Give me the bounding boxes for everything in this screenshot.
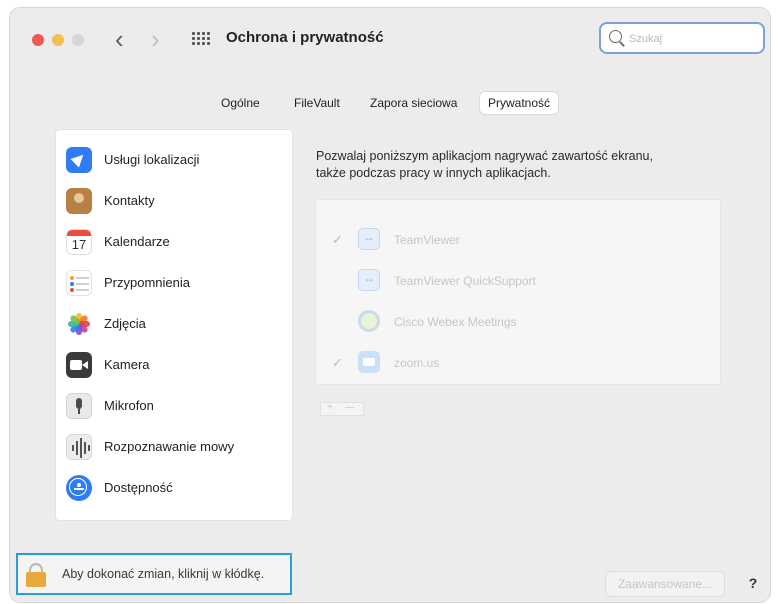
search-input[interactable] bbox=[627, 28, 761, 50]
back-button[interactable]: ‹ bbox=[115, 24, 124, 54]
close-window-button[interactable] bbox=[32, 34, 44, 46]
toolbar: ‹ › Ochrona i prywatność bbox=[10, 8, 770, 64]
add-app-button[interactable]: + bbox=[327, 402, 333, 413]
lock-instruction-text: Aby dokonać zmian, kliknij w kłódkę. bbox=[62, 567, 265, 581]
teamviewer-icon bbox=[358, 269, 380, 291]
sidebar-item-label: Dostępność bbox=[104, 480, 173, 495]
sidebar-item-location-services[interactable]: Usługi lokalizacji bbox=[64, 144, 286, 178]
forward-button[interactable]: › bbox=[151, 24, 160, 54]
advanced-button[interactable]: Zaawansowane... bbox=[606, 572, 724, 596]
privacy-category-list: Usługi lokalizacji Kontakty 17 Kalendarz… bbox=[56, 130, 292, 520]
sidebar-item-accessibility[interactable]: Dostępność bbox=[64, 472, 286, 506]
webex-icon bbox=[358, 310, 380, 332]
sidebar-item-label: Kontakty bbox=[104, 193, 155, 208]
tab-filevault[interactable]: FileVault bbox=[286, 92, 348, 114]
sidebar-item-photos[interactable]: Zdjęcia bbox=[64, 308, 286, 342]
minimize-window-button[interactable] bbox=[52, 34, 64, 46]
app-name: Cisco Webex Meetings bbox=[394, 315, 517, 329]
sidebar-item-reminders[interactable]: Przypomnienia bbox=[64, 267, 286, 301]
description-line: Pozwalaj poniższym aplikacjom nagrywać z… bbox=[316, 149, 653, 163]
accessibility-icon bbox=[66, 475, 92, 501]
description-line: także podczas pracy w innych aplikacjach… bbox=[316, 166, 551, 180]
sidebar-item-label: Zdjęcia bbox=[104, 316, 146, 331]
tab-bar: Ogólne FileVault Zapora sieciowa Prywatn… bbox=[10, 92, 770, 116]
sidebar-item-label: Usługi lokalizacji bbox=[104, 152, 200, 167]
contacts-icon bbox=[66, 188, 92, 214]
list-item-zoom[interactable]: ✓ zoom.us bbox=[316, 343, 720, 384]
location-arrow-icon bbox=[66, 147, 92, 173]
search-icon bbox=[609, 30, 622, 43]
zoom-icon bbox=[358, 351, 380, 373]
sidebar-item-camera[interactable]: Kamera bbox=[64, 349, 286, 383]
list-item-webex[interactable]: Cisco Webex Meetings bbox=[316, 302, 720, 343]
help-button[interactable]: ? bbox=[741, 571, 765, 595]
checkmark-icon[interactable]: ✓ bbox=[332, 232, 343, 248]
lock-icon[interactable] bbox=[26, 563, 46, 587]
speech-recognition-icon bbox=[66, 434, 92, 460]
lock-area[interactable]: Aby dokonać zmian, kliknij w kłódkę. bbox=[16, 553, 292, 595]
remove-app-button[interactable]: — bbox=[345, 402, 355, 413]
reminders-icon bbox=[66, 270, 92, 296]
show-all-grid-icon[interactable] bbox=[192, 32, 210, 46]
sidebar-item-label: Mikrofon bbox=[104, 398, 154, 413]
list-item-teamviewer[interactable]: ✓ TeamViewer bbox=[316, 220, 720, 261]
sidebar-item-speech-recognition[interactable]: Rozpoznawanie mowy bbox=[64, 431, 286, 465]
sidebar-item-microphone[interactable]: Mikrofon bbox=[64, 390, 286, 424]
sidebar-item-contacts[interactable]: Kontakty bbox=[64, 185, 286, 219]
zoom-window-button[interactable] bbox=[72, 34, 84, 46]
microphone-icon bbox=[66, 393, 92, 419]
app-name: TeamViewer QuickSupport bbox=[394, 274, 536, 288]
list-item-teamviewer-quicksupport[interactable]: TeamViewer QuickSupport bbox=[316, 261, 720, 302]
sidebar-item-calendars[interactable]: 17 Kalendarze bbox=[64, 226, 286, 260]
window-title: Ochrona i prywatność bbox=[226, 29, 384, 46]
add-remove-control: + — bbox=[320, 402, 364, 416]
app-name: TeamViewer bbox=[394, 233, 460, 247]
tab-prywatnosc[interactable]: Prywatność bbox=[480, 92, 559, 114]
sidebar-item-label: Rozpoznawanie mowy bbox=[104, 439, 235, 454]
checkmark-icon[interactable]: ✓ bbox=[332, 355, 343, 371]
sidebar-item-label: Kalendarze bbox=[104, 234, 170, 249]
app-permission-list: ✓ TeamViewer TeamViewer QuickSupport Cis… bbox=[316, 200, 720, 384]
search-field[interactable] bbox=[599, 22, 765, 54]
camera-icon bbox=[66, 352, 92, 378]
calendar-icon: 17 bbox=[66, 229, 92, 255]
app-name: zoom.us bbox=[394, 356, 440, 370]
tab-ogolne[interactable]: Ogólne bbox=[213, 92, 268, 114]
tab-zapora-sieciowa[interactable]: Zapora sieciowa bbox=[362, 92, 465, 114]
photos-icon bbox=[66, 311, 92, 337]
screen-recording-description: Pozwalaj poniższym aplikacjom nagrywać z… bbox=[316, 148, 736, 182]
teamviewer-icon bbox=[358, 228, 380, 250]
preferences-window: ‹ › Ochrona i prywatność Ogólne FileVaul… bbox=[10, 8, 770, 602]
sidebar-item-label: Przypomnienia bbox=[104, 275, 190, 290]
sidebar-item-label: Kamera bbox=[104, 357, 150, 372]
